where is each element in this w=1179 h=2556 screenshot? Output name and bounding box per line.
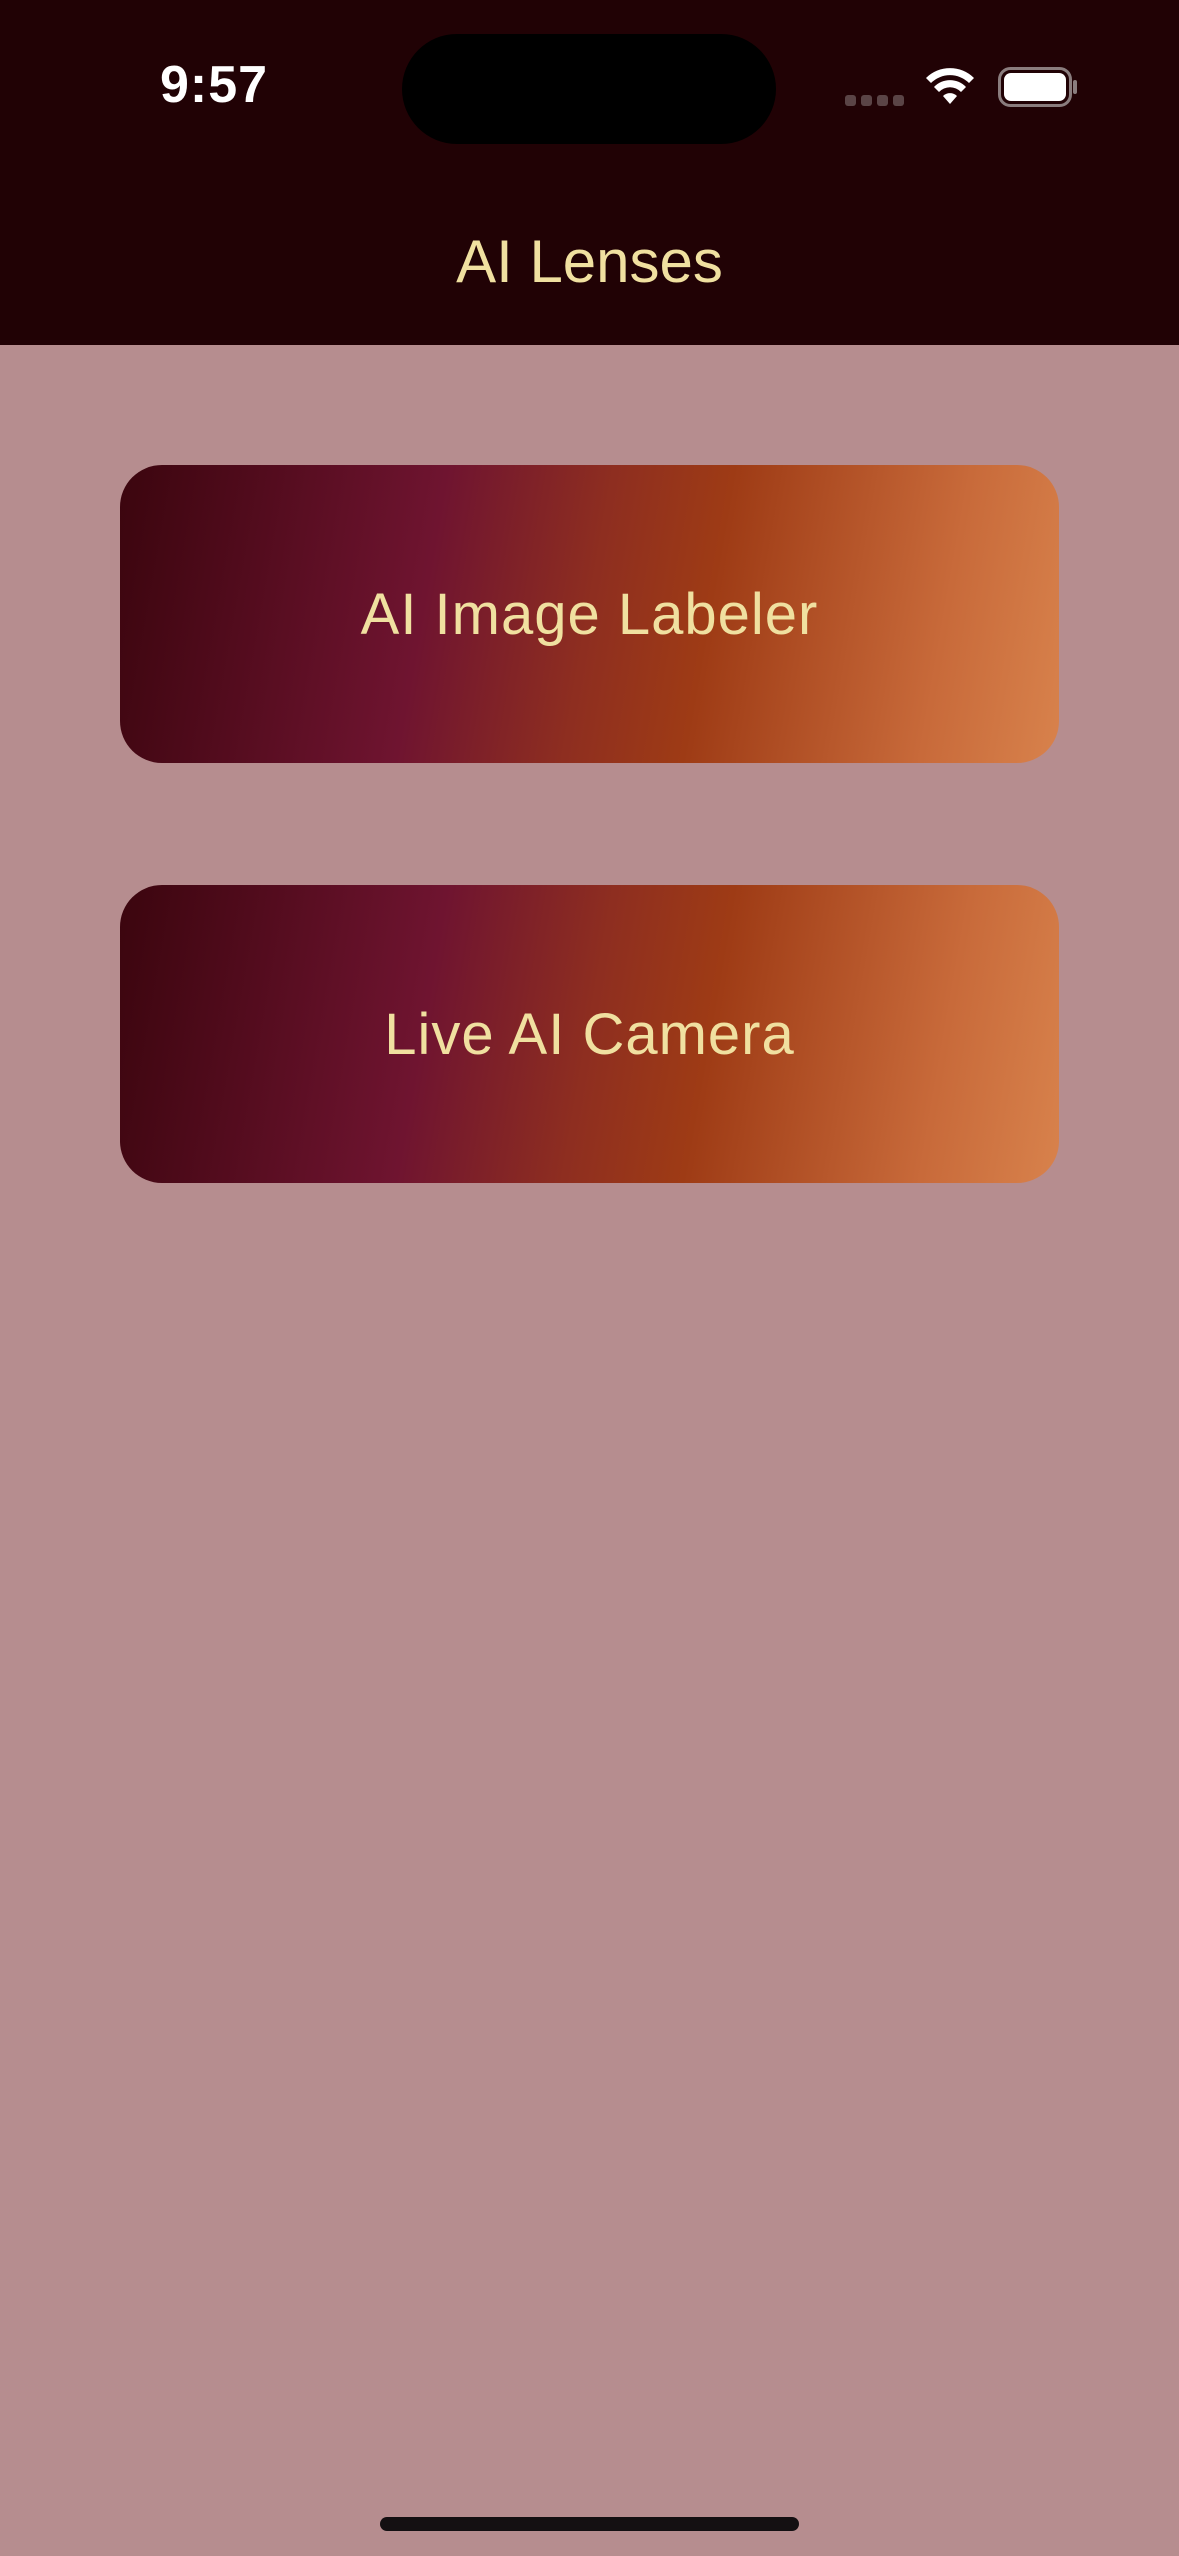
battery-icon xyxy=(998,67,1077,107)
page-title: AI Lenses xyxy=(456,228,723,295)
header-bar: 9:57 AI Lenses xyxy=(0,0,1179,345)
live-ai-camera-button[interactable]: Live AI Camera xyxy=(120,885,1059,1183)
live-ai-camera-label: Live AI Camera xyxy=(384,1001,795,1067)
dynamic-island xyxy=(402,34,776,144)
ai-image-labeler-label: AI Image Labeler xyxy=(360,581,819,647)
cellular-signal-icon xyxy=(845,95,907,107)
home-indicator[interactable] xyxy=(380,2517,799,2531)
wifi-icon xyxy=(926,68,974,104)
ai-image-labeler-button[interactable]: AI Image Labeler xyxy=(120,465,1059,763)
status-time: 9:57 xyxy=(160,56,269,114)
